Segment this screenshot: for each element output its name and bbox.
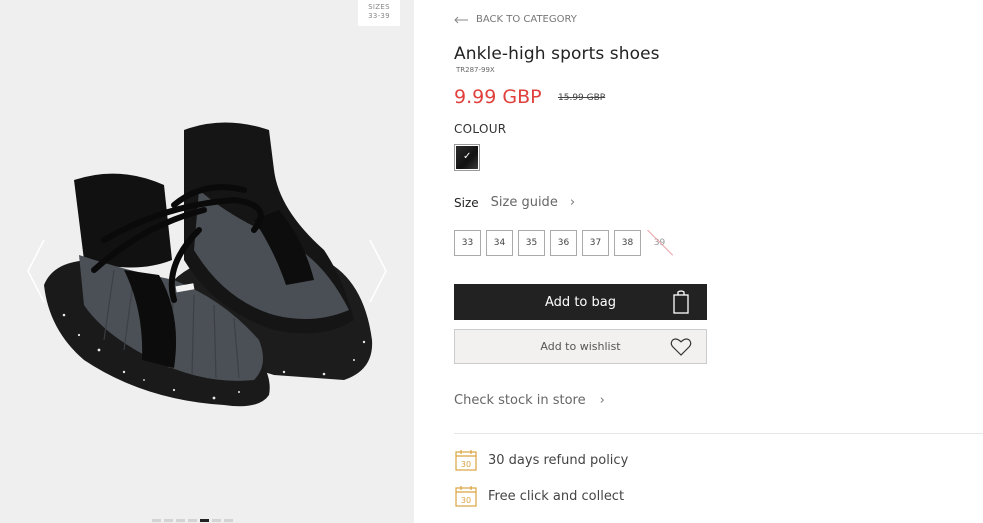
product-info-panel: BACK TO CATEGORY Ankle-high sports shoes… (454, 0, 983, 523)
add-to-wishlist-label: Add to wishlist (540, 340, 621, 353)
add-to-wishlist-button[interactable]: Add to wishlist (454, 329, 707, 364)
slide-dot[interactable] (152, 519, 161, 522)
slide-indicator (152, 519, 233, 523)
size-option-36[interactable]: 36 (550, 230, 577, 256)
shopping-bag-icon (673, 290, 689, 314)
calendar-30-icon: 30 (455, 450, 477, 471)
perk-click-and-collect: 30 Free click and collect (454, 485, 624, 508)
size-option-37[interactable]: 37 (582, 230, 609, 256)
chevron-right-icon: › (599, 393, 605, 408)
size-selector: 33 34 35 36 37 38 39 (454, 230, 673, 256)
svg-text:30: 30 (461, 460, 471, 469)
size-option-38[interactable]: 38 (614, 230, 641, 256)
product-sku: TR287-99X (456, 66, 495, 74)
next-image-arrow-icon[interactable] (366, 238, 390, 304)
colour-label: COLOUR (454, 122, 507, 136)
previous-image-arrow-icon[interactable] (24, 238, 48, 304)
check-stock-label: Check stock in store (454, 393, 586, 408)
size-option-33[interactable]: 33 (454, 230, 481, 256)
sizes-badge: SIZES 33-39 (358, 0, 400, 26)
back-to-category-label: BACK TO CATEGORY (476, 14, 577, 25)
size-row: Size Size guide › (454, 195, 575, 210)
checkmark-icon: ✓ (463, 151, 472, 162)
product-title: Ankle-high sports shoes (454, 44, 660, 64)
product-gallery: SIZES 33-39 (0, 0, 414, 523)
chevron-right-icon: › (569, 195, 576, 210)
size-option-34[interactable]: 34 (486, 230, 513, 256)
add-to-bag-label: Add to bag (545, 294, 616, 310)
slide-dot[interactable] (188, 519, 197, 522)
slide-dot[interactable] (224, 519, 233, 522)
size-label: Size (454, 195, 479, 210)
divider (454, 433, 983, 434)
svg-text:30: 30 (461, 496, 471, 505)
sizes-badge-title: SIZES (368, 3, 390, 11)
product-image[interactable] (24, 110, 384, 430)
size-option-39-unavailable[interactable]: 39 (646, 230, 673, 256)
perk-label: 30 days refund policy (488, 453, 629, 468)
heart-icon (670, 338, 692, 356)
perk-label: Free click and collect (488, 489, 625, 504)
size-guide-link[interactable]: Size guide › (491, 195, 575, 210)
arrow-left-icon (454, 16, 468, 23)
add-to-bag-button[interactable]: Add to bag (454, 284, 707, 320)
check-stock-link[interactable]: Check stock in store › (454, 393, 605, 408)
size-option-35[interactable]: 35 (518, 230, 545, 256)
old-price: 15.99 GBP (558, 93, 606, 103)
slide-dot[interactable] (164, 519, 173, 522)
sizes-badge-range: 33-39 (368, 12, 390, 20)
colour-swatch-black[interactable]: ✓ (454, 144, 480, 171)
slide-dot[interactable] (212, 519, 221, 522)
slide-dot[interactable] (176, 519, 185, 522)
size-guide-label: Size guide (490, 195, 558, 210)
slide-dot-active[interactable] (200, 519, 209, 522)
current-price: 9.99 GBP (454, 86, 542, 108)
swatch-thumbnail: ✓ (456, 146, 478, 169)
back-to-category-link[interactable]: BACK TO CATEGORY (454, 14, 577, 25)
calendar-30-icon: 30 (455, 486, 477, 507)
perk-refund-policy: 30 30 days refund policy (454, 449, 628, 472)
